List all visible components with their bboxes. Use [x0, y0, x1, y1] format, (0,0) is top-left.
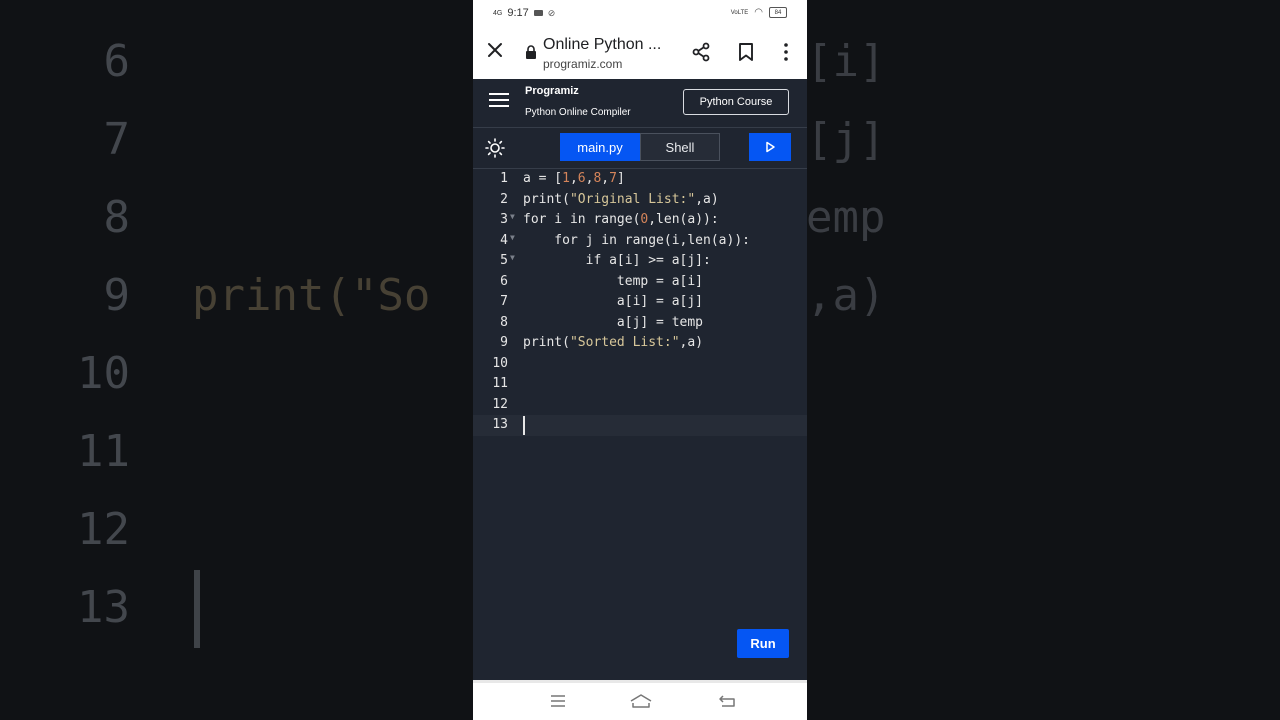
page-title[interactable]: Online Python ...	[543, 36, 661, 54]
run-button[interactable]: Run	[737, 629, 789, 658]
code-line[interactable]: 7 a[i] = a[j]	[473, 292, 807, 313]
code-line-active[interactable]: 13	[473, 415, 807, 436]
bg-right-fragment: [j]	[806, 114, 886, 165]
bg-line-number: 6	[103, 36, 131, 87]
line-number: 7	[500, 294, 508, 309]
code-line[interactable]: 1 a = [1,6,8,7]	[473, 169, 807, 190]
code-line[interactable]: 2 print("Original List:",a)	[473, 190, 807, 211]
bg-line-number: 9	[103, 270, 131, 321]
clock: 9:17	[507, 7, 529, 19]
code-line[interactable]: 10	[473, 354, 807, 375]
sun-icon[interactable]	[485, 138, 505, 158]
bg-right-fragment: ,a)	[806, 270, 886, 321]
hamburger-menu-icon[interactable]	[489, 92, 509, 108]
line-number: 12	[492, 396, 508, 412]
code-line[interactable]: 5 ▼ if a[i] >= a[j]:	[473, 251, 807, 272]
python-course-button[interactable]: Python Course	[683, 89, 789, 115]
code-text: a = [1,6,8,7]	[523, 171, 625, 186]
mute-icon: ⊘	[547, 7, 556, 18]
line-number: 11	[492, 376, 508, 391]
code-text: temp = a[i]	[523, 273, 704, 289]
line-number: 10	[492, 355, 508, 371]
compiler-subtitle: Python Online Compiler	[525, 107, 631, 118]
line-number: 8	[500, 314, 508, 330]
back-icon[interactable]	[718, 693, 738, 709]
line-number: 6	[500, 273, 508, 289]
code-text: for i in range(0,len(a)):	[523, 212, 719, 227]
app-header: Programiz Python Online Compiler Python …	[473, 79, 807, 128]
bg-code-fragment: print("So	[192, 270, 431, 321]
line-number: 9	[500, 335, 508, 350]
code-line[interactable]: 4 ▼ for j in range(i,len(a)):	[473, 231, 807, 252]
status-bar: 4G 9:17 ⊘ VoLTE ◠ 84	[473, 0, 807, 28]
volte-indicator: VoLTE	[730, 9, 749, 16]
recent-apps-icon[interactable]	[548, 693, 568, 709]
bg-line-number: 10	[77, 348, 130, 399]
page-url[interactable]: programiz.com	[543, 57, 622, 71]
code-text: for j in range(i,len(a)):	[523, 232, 750, 248]
programiz-logo[interactable]: Programiz	[525, 85, 579, 97]
editor-toolbar: main.py Shell	[473, 128, 807, 169]
close-icon[interactable]	[486, 41, 504, 59]
code-text: print("Sorted List:",a)	[523, 335, 704, 350]
more-vert-icon[interactable]	[775, 41, 797, 63]
lock-icon	[526, 45, 536, 59]
line-number: 13	[492, 417, 508, 432]
bookmark-icon[interactable]	[735, 41, 757, 63]
tab-main-py[interactable]: main.py	[560, 133, 640, 161]
bg-line-number: 12	[77, 504, 130, 555]
code-line[interactable]: 6 temp = a[i]	[473, 272, 807, 293]
fold-arrow-icon[interactable]: ▼	[510, 212, 515, 221]
phone-screen: 4G 9:17 ⊘ VoLTE ◠ 84 Online Python ... p…	[473, 0, 807, 720]
fold-arrow-icon[interactable]: ▼	[510, 233, 515, 242]
share-icon[interactable]	[690, 41, 712, 63]
video-icon	[533, 10, 543, 16]
network-indicator: 4G	[493, 9, 503, 17]
code-text: a[i] = a[j]	[523, 294, 704, 309]
tab-shell[interactable]: Shell	[640, 133, 720, 161]
code-editor[interactable]: 1 a = [1,6,8,7] 2 print("Original List:"…	[473, 169, 807, 677]
line-number: 2	[500, 191, 508, 207]
browser-toolbar: Online Python ... programiz.com	[473, 28, 807, 79]
line-number: 1	[500, 171, 508, 186]
wifi-icon: ◠	[754, 7, 763, 18]
code-line[interactable]: 12	[473, 395, 807, 416]
battery-level: 84	[774, 9, 782, 16]
code-text: a[j] = temp	[523, 314, 704, 330]
play-icon	[766, 141, 775, 153]
home-icon[interactable]	[629, 693, 653, 709]
code-text: print("Original List:",a)	[523, 191, 719, 207]
system-nav-bar	[473, 680, 807, 720]
text-cursor	[523, 416, 525, 435]
bg-line-number: 7	[103, 114, 131, 165]
code-text: if a[i] >= a[j]:	[523, 253, 711, 268]
battery-icon: 84	[769, 7, 787, 18]
bg-line-number: 13	[77, 582, 130, 633]
code-line[interactable]: 3 ▼ for i in range(0,len(a)):	[473, 210, 807, 231]
run-play-button[interactable]	[749, 133, 791, 161]
line-number: 5	[500, 253, 508, 268]
bg-right-fragment: [i]	[806, 36, 886, 87]
code-line[interactable]: 8 a[j] = temp	[473, 313, 807, 334]
bg-line-number: 11	[77, 426, 130, 477]
line-number: 3	[500, 212, 508, 227]
fold-arrow-icon[interactable]: ▼	[510, 253, 515, 262]
code-line[interactable]: 11	[473, 374, 807, 395]
code-line[interactable]: 9 print("Sorted List:",a)	[473, 333, 807, 354]
bg-right-fragment: emp	[806, 192, 886, 243]
bg-cursor	[194, 570, 200, 648]
line-number: 4	[500, 232, 508, 248]
bg-line-number: 8	[103, 192, 131, 243]
